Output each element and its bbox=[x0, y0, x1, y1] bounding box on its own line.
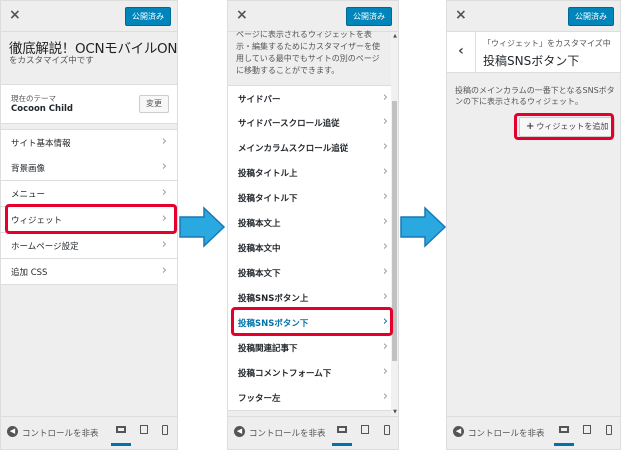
desktop-preview-icon[interactable] bbox=[111, 425, 131, 446]
collapse-icon[interactable]: ◀ bbox=[234, 426, 245, 437]
menu-item-label: 投稿本文下 bbox=[238, 269, 281, 279]
menu-item-label: 投稿タイトル下 bbox=[238, 194, 298, 204]
customizer-panel-main: × 公開済み 徹底解説！OCNモバイルON? をカスタマイズ中です 現在のテーマ… bbox=[0, 0, 178, 450]
customizer-header: × 公開済み bbox=[447, 1, 620, 32]
customizer-header: × 公開済み bbox=[228, 1, 398, 32]
chevron-right-icon: › bbox=[382, 139, 388, 154]
menu-item-label: 投稿関連記事下 bbox=[238, 344, 298, 354]
close-icon[interactable]: × bbox=[455, 6, 467, 24]
sidebar-item-homepage-settings[interactable]: ホームページ設定 › bbox=[1, 233, 177, 259]
widgets-description: ページに表示されるウィジェットを表示・編集するためにカスタマイザーを使用している… bbox=[236, 30, 380, 75]
menu-item-label: サイドバースクロール追従 bbox=[238, 119, 340, 129]
highlight-box bbox=[514, 113, 614, 140]
menu-item-label: フッター左 bbox=[238, 394, 281, 404]
back-icon[interactable]: ‹ bbox=[447, 32, 476, 72]
menu-item-label: 投稿タイトル上 bbox=[238, 169, 298, 179]
sidebar-item-additional-css[interactable]: 追加 CSS › bbox=[1, 259, 177, 285]
current-theme-section: 現在のテーマ Cocoon Child 変更 bbox=[1, 84, 177, 124]
scroll-up-icon[interactable]: ▲ bbox=[393, 33, 397, 39]
scroll-down-icon[interactable]: ▼ bbox=[393, 409, 397, 415]
chevron-right-icon: › bbox=[382, 239, 388, 254]
widget-area-related-below[interactable]: 投稿関連記事下 › bbox=[228, 335, 398, 361]
customizer-panel-widgets: × 公開済み ページに表示されるウィジェットを表示・編集するためにカスタマイザー… bbox=[227, 0, 399, 450]
mobile-preview-icon[interactable] bbox=[381, 425, 393, 437]
chevron-right-icon: › bbox=[382, 264, 388, 279]
close-icon[interactable]: × bbox=[9, 6, 21, 24]
customizer-footer: ◀ コントロールを非表 bbox=[447, 416, 620, 449]
menu-item-label: 投稿コメントフォーム下 bbox=[238, 369, 332, 379]
menu-item-label: 投稿本文上 bbox=[238, 219, 281, 229]
chevron-right-icon: › bbox=[161, 237, 167, 252]
desktop-preview-icon[interactable] bbox=[554, 425, 574, 446]
chevron-right-icon: › bbox=[382, 214, 388, 229]
close-icon[interactable]: × bbox=[236, 6, 248, 24]
widget-area-body-middle[interactable]: 投稿本文中 › bbox=[228, 235, 398, 261]
widget-area-sidebar-scroll[interactable]: サイドバースクロール追従 › bbox=[228, 110, 398, 136]
menu-item-label: メニュー bbox=[11, 190, 46, 200]
change-theme-button[interactable]: 変更 bbox=[139, 95, 169, 113]
chevron-right-icon: › bbox=[382, 189, 388, 204]
customizing-label: をカスタマイズ中です bbox=[9, 56, 94, 66]
menu-item-label: 投稿本文中 bbox=[238, 244, 281, 254]
widget-area-body-below[interactable]: 投稿本文下 › bbox=[228, 260, 398, 286]
menu-item-label: 追加 CSS bbox=[11, 268, 48, 278]
widget-area-main-scroll[interactable]: メインカラムスクロール追従 › bbox=[228, 135, 398, 161]
hide-controls-button[interactable]: コントロールを非表 bbox=[468, 427, 545, 439]
published-button[interactable]: 公開済み bbox=[346, 7, 392, 26]
chevron-right-icon: › bbox=[382, 164, 388, 179]
published-button[interactable]: 公開済み bbox=[568, 7, 614, 26]
widget-area-sidebar[interactable]: サイドバー › bbox=[228, 85, 398, 112]
tablet-preview-icon[interactable] bbox=[138, 425, 150, 437]
menu-item-label: メインカラムスクロール追従 bbox=[238, 144, 349, 154]
menu-item-label: サイドバー bbox=[238, 95, 281, 105]
widget-area-title-above[interactable]: 投稿タイトル上 › bbox=[228, 160, 398, 186]
menu-item-label: 投稿SNSボタン上 bbox=[238, 294, 309, 304]
section-header: ‹ 「ウィジェット」をカスタマイズ中 投稿SNSボタン下 bbox=[447, 32, 620, 73]
desktop-preview-icon[interactable] bbox=[332, 425, 352, 446]
mobile-preview-icon[interactable] bbox=[159, 425, 171, 437]
collapse-icon[interactable]: ◀ bbox=[453, 426, 464, 437]
customizer-footer: ◀ コントロールを非表 bbox=[1, 416, 177, 449]
highlight-box bbox=[231, 307, 393, 336]
collapse-icon[interactable]: ◀ bbox=[7, 426, 18, 437]
mobile-preview-icon[interactable] bbox=[603, 425, 615, 437]
widget-area-footer-left[interactable]: フッター左 › bbox=[228, 385, 398, 411]
breadcrumb: 「ウィジェット」をカスタマイズ中 bbox=[483, 39, 611, 48]
chevron-right-icon: › bbox=[161, 185, 167, 200]
sidebar-item-site-identity[interactable]: サイト基本情報 › bbox=[1, 129, 177, 156]
hide-controls-button[interactable]: コントロールを非表 bbox=[22, 427, 99, 439]
published-button[interactable]: 公開済み bbox=[125, 7, 171, 26]
theme-caption: 現在のテーマ bbox=[11, 94, 56, 103]
widget-area-comment-below[interactable]: 投稿コメントフォーム下 › bbox=[228, 360, 398, 386]
customizer-header: × 公開済み bbox=[1, 1, 177, 32]
chevron-right-icon: › bbox=[161, 159, 167, 174]
menu-item-label: サイト基本情報 bbox=[11, 139, 71, 149]
sidebar-item-background-image[interactable]: 背景画像 › bbox=[1, 155, 177, 181]
menu-item-label: 背景画像 bbox=[11, 164, 46, 174]
chevron-right-icon: › bbox=[382, 114, 388, 129]
customizer-panel-widget-area: × 公開済み ‹ 「ウィジェット」をカスタマイズ中 投稿SNSボタン下 投稿のメ… bbox=[446, 0, 621, 450]
chevron-right-icon: › bbox=[382, 90, 388, 105]
chevron-right-icon: › bbox=[382, 339, 388, 354]
chevron-right-icon: › bbox=[161, 263, 167, 278]
highlight-box bbox=[5, 204, 177, 234]
chevron-right-icon: › bbox=[382, 389, 388, 404]
widget-area-title-below[interactable]: 投稿タイトル下 › bbox=[228, 185, 398, 211]
right-arrow-icon bbox=[400, 206, 447, 248]
chevron-right-icon: › bbox=[382, 289, 388, 304]
hide-controls-button[interactable]: コントロールを非表 bbox=[249, 427, 326, 439]
tablet-preview-icon[interactable] bbox=[359, 425, 371, 437]
tablet-preview-icon[interactable] bbox=[581, 425, 593, 437]
theme-name: Cocoon Child bbox=[11, 104, 74, 114]
page-title: 投稿SNSボタン下 bbox=[483, 54, 580, 68]
customizer-footer: ◀ コントロールを非表 bbox=[228, 416, 398, 449]
menu-item-label: ホームページ設定 bbox=[11, 242, 79, 252]
chevron-right-icon: › bbox=[382, 364, 388, 379]
widget-area-body-above[interactable]: 投稿本文上 › bbox=[228, 210, 398, 236]
right-arrow-icon bbox=[179, 206, 226, 248]
chevron-right-icon: › bbox=[161, 134, 167, 149]
widget-area-description: 投稿のメインカラムの一番下となるSNSボタンの下に表示されるウィジェット。 bbox=[455, 86, 615, 106]
